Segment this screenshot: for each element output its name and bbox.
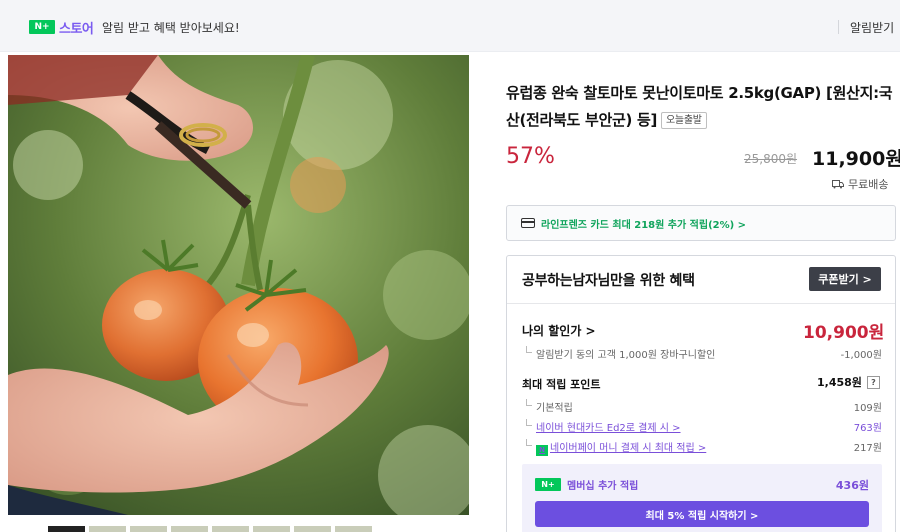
max-points-label: 최대 적립 포인트 <box>522 378 601 391</box>
shipping-info: 무료배송 <box>832 176 888 192</box>
get-coupon-button[interactable]: 쿠폰받기 > <box>809 267 881 291</box>
max-points: 1,458원 ? <box>817 374 880 390</box>
point-row-label: 기본적립 <box>522 399 573 414</box>
thumbnail[interactable] <box>253 526 290 532</box>
product-title: 유럽종 완숙 찰토마토 못난이토마토 2.5kg(GAP) [원산지:국산(전라… <box>506 80 898 134</box>
question-icon[interactable]: ? <box>866 375 880 389</box>
point-row-value: 217원 <box>853 443 882 454</box>
card-icon <box>521 218 535 228</box>
thumbnail[interactable] <box>212 526 249 532</box>
store-label: 스토어 <box>59 21 94 37</box>
thumbnail[interactable] <box>294 526 331 532</box>
npay-money-link[interactable]: 네이버페이 머니 결제 시 최대 적립 > <box>550 443 706 454</box>
point-row-value: 763원 <box>853 423 882 434</box>
n-plus-mark: N+ <box>535 478 561 491</box>
notify-me-link[interactable]: 알림받기 <box>850 19 894 36</box>
my-discounted-price: 10,900원 <box>803 323 885 343</box>
benefit-title: 공부하는남자님만을 위한 혜택 <box>522 273 695 289</box>
benefit-panel: 공부하는남자님만을 위한 혜택 쿠폰받기 > 나의 할인가 > 10,900원 … <box>506 255 896 532</box>
start-membership-button[interactable]: 최대 5% 적립 시작하기 > <box>535 501 869 527</box>
point-row[interactable]: 네이버 현대카드 Ed2로 결제 시 > 763원 <box>522 419 882 434</box>
truck-icon <box>832 179 844 188</box>
thumbnail[interactable] <box>171 526 208 532</box>
same-day-badge: 오늘출발 <box>661 112 707 129</box>
card-promo-banner[interactable]: 라인프렌즈 카드 최대 218원 추가 적립(2%) > <box>506 205 896 241</box>
point-row: 기본적립 109원 <box>522 399 882 414</box>
discount-row-value: -1,000원 <box>840 350 882 361</box>
shipping-label: 무료배송 <box>848 178 889 191</box>
point-row[interactable]: N 네이버페이 머니 결제 시 최대 적립 > 217원 <box>522 439 882 456</box>
discount-row-label: 알림받기 동의 고객 1,000원 장바구니할인 <box>522 346 715 361</box>
membership-box: N+ 멤버십 추가 적립 436원 최대 5% 적립 시작하기 > <box>522 464 882 532</box>
point-row-value: 109원 <box>853 403 882 414</box>
divider <box>507 303 895 304</box>
membership-header: N+ 멤버십 추가 적립 <box>535 477 638 492</box>
banner-message: 알림 받고 혜택 받아보세요! <box>102 21 240 35</box>
naver-store-logo[interactable]: N+ 스토어 <box>29 20 94 37</box>
tomato-photo <box>8 55 469 515</box>
discount-row: 알림받기 동의 고객 1,000원 장바구니할인 -1,000원 <box>522 346 882 361</box>
thumbnail[interactable] <box>48 526 85 532</box>
divider <box>838 20 839 34</box>
card-promo-text: 라인프렌즈 카드 최대 218원 추가 적립(2%) > <box>541 219 747 231</box>
thumbnail[interactable] <box>130 526 167 532</box>
my-price-link[interactable]: 나의 할인가 > <box>522 322 596 339</box>
image-thumbnails[interactable] <box>48 526 428 532</box>
discount-rate: 57% <box>506 144 555 169</box>
thumbnail[interactable] <box>89 526 126 532</box>
product-image[interactable] <box>8 55 469 515</box>
hyundai-card-link[interactable]: 네이버 현대카드 Ed2로 결제 시 > <box>536 423 681 434</box>
membership-label: 멤버십 추가 적립 <box>567 481 639 492</box>
n-plus-mark: N+ <box>29 20 55 34</box>
notification-banner: N+ 스토어 알림 받고 혜택 받아보세요! 알림받기 <box>0 0 900 52</box>
npay-icon: N <box>536 445 548 456</box>
original-price: 25,800원 <box>744 152 798 166</box>
membership-points: 436원 <box>835 479 869 492</box>
max-points-value: 1,458원 <box>817 376 862 389</box>
sale-price: 11,900원 <box>812 148 900 170</box>
thumbnail[interactable] <box>335 526 372 532</box>
